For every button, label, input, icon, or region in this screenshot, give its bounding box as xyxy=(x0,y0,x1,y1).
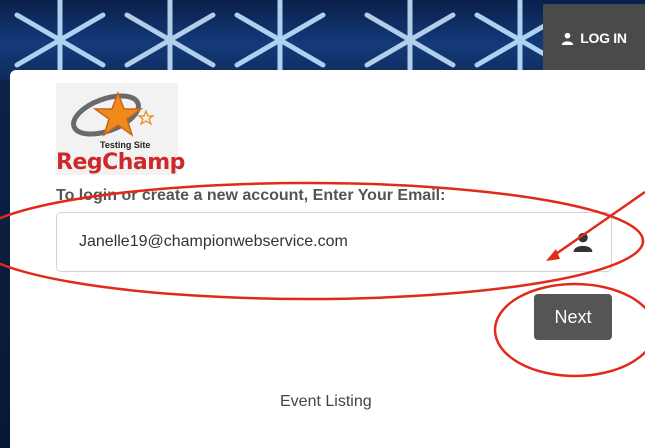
snowflake-decoration xyxy=(364,0,456,80)
snowflake-decoration xyxy=(124,0,216,80)
user-icon xyxy=(573,232,593,252)
user-icon xyxy=(562,32,574,45)
background-strip xyxy=(0,80,10,448)
login-label: LOG IN xyxy=(580,30,627,46)
snowflake-decoration xyxy=(234,0,326,80)
email-field-container xyxy=(56,212,612,272)
event-listing-link[interactable]: Event Listing xyxy=(280,393,372,411)
email-field[interactable] xyxy=(79,213,549,271)
email-prompt: To login or create a new account, Enter … xyxy=(56,187,446,204)
login-button[interactable]: LOG IN xyxy=(543,4,645,72)
snowflake-decoration xyxy=(14,0,106,80)
logo-subtitle: Testing Site xyxy=(100,140,151,150)
next-button[interactable]: Next xyxy=(534,294,612,340)
logo-wordmark: RegChamp xyxy=(56,150,185,175)
